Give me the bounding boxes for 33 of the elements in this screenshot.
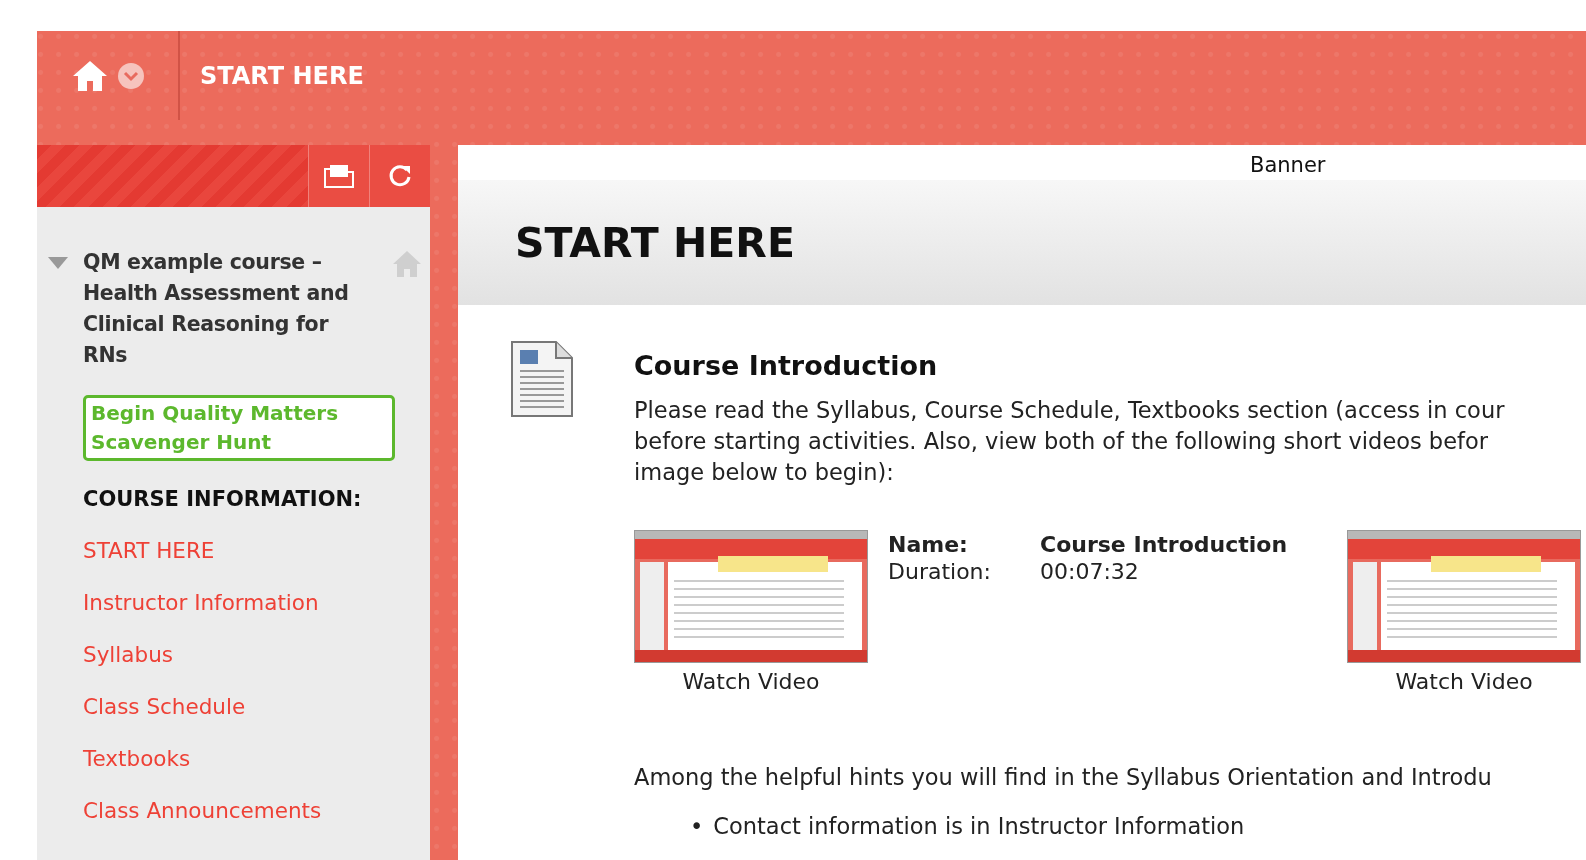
video-thumbnail[interactable] bbox=[634, 530, 868, 663]
course-menu-link[interactable]: Class Announcements bbox=[83, 798, 422, 823]
banner-label: Banner bbox=[1249, 152, 1327, 179]
detail-value: Course Introduction bbox=[1040, 532, 1288, 557]
course-menu-link[interactable]: Textbooks bbox=[83, 746, 422, 771]
chevron-down-icon[interactable] bbox=[117, 62, 144, 89]
document-icon bbox=[510, 340, 574, 418]
folder-button[interactable] bbox=[308, 145, 369, 207]
detail-label: Name: bbox=[888, 532, 969, 557]
video-thumbnail[interactable] bbox=[1347, 530, 1582, 663]
intro-paragraph: Please read the Syllabus, Course Schedule, Textbooks section (access in cour before starting activities. Also, view both of the following short videos befor image below to begin): bbox=[634, 396, 1506, 487]
home-icon[interactable] bbox=[71, 59, 108, 92]
item-title[interactable]: Course Introduction bbox=[634, 350, 1586, 381]
expand-triangle-icon[interactable] bbox=[47, 256, 69, 270]
refresh-icon bbox=[387, 163, 413, 189]
course-menu-link[interactable]: Instructor Information bbox=[83, 590, 422, 615]
folder-icon bbox=[324, 164, 354, 188]
course-menu-link[interactable]: Class Schedule bbox=[83, 694, 422, 719]
detail-value: 00:07:32 bbox=[1040, 559, 1140, 584]
video-caption[interactable]: Watch Video bbox=[682, 669, 820, 694]
course-menu-link[interactable]: Syllabus bbox=[83, 642, 422, 667]
page-title: START HERE bbox=[515, 218, 795, 267]
bullet-marker: • bbox=[690, 812, 704, 840]
scavenger-hunt-button[interactable]: Begin Quality Matters Scavenger Hunt bbox=[83, 395, 395, 461]
refresh-button[interactable] bbox=[369, 145, 430, 207]
page-header-title: START HERE bbox=[200, 61, 364, 90]
bullet-item: Contact information is in Instructor Information bbox=[713, 812, 1245, 840]
hint-text: Among the helpful hints you will find in the Syllabus Orientation and Introdu bbox=[634, 764, 1493, 790]
section-heading: COURSE INFORMATION: bbox=[83, 487, 363, 511]
course-menu-link[interactable]: START HERE bbox=[83, 538, 422, 563]
detail-label: Duration: bbox=[888, 559, 992, 584]
course-title[interactable]: QM example course – Health Assessment and Clinical Reasoning for RNs bbox=[83, 247, 378, 371]
video-caption[interactable]: Watch Video bbox=[1395, 669, 1533, 694]
